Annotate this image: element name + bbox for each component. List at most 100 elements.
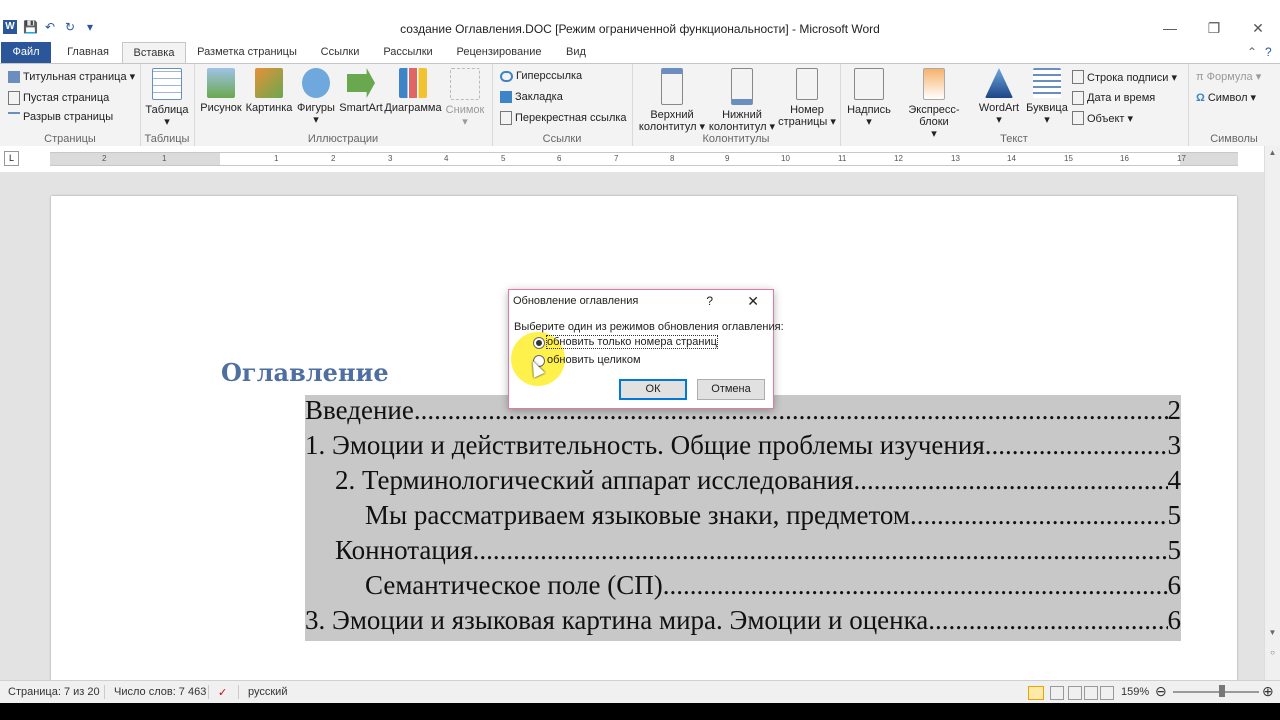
- footer-button[interactable]: Нижний колонтитул ▾: [708, 68, 776, 133]
- web-layout-icon[interactable]: [1068, 686, 1082, 700]
- toc-entry[interactable]: Коннотация 5: [335, 535, 1181, 570]
- group-tables: Таблица ▾ Таблицы: [140, 64, 195, 146]
- restore-button[interactable]: ❐: [1192, 20, 1236, 37]
- tab-mailings[interactable]: Рассылки: [376, 42, 440, 63]
- date-time-button[interactable]: Дата и время: [1072, 91, 1155, 105]
- ruler-number: 10: [781, 154, 790, 163]
- tab-file[interactable]: Файл: [1, 42, 51, 63]
- group-text: Надпись ▾ Экспресс-блоки ▾ WordArt ▾ Буквиц…: [840, 64, 1189, 146]
- ruler-number: 4: [444, 154, 449, 163]
- tab-review[interactable]: Рецензирование: [446, 42, 552, 63]
- signature-line-button[interactable]: Строка подписи ▾: [1072, 70, 1177, 84]
- tab-view[interactable]: Вид: [558, 42, 594, 63]
- language-indicator[interactable]: русский: [248, 686, 287, 698]
- quick-parts-button[interactable]: Экспресс-блоки ▾: [894, 68, 974, 140]
- textbox-button[interactable]: Надпись ▾: [844, 68, 894, 128]
- page-break-button[interactable]: Разрыв страницы: [8, 111, 113, 123]
- dialog-title: Обновление оглавления: [513, 295, 639, 307]
- equation-button[interactable]: π Формула ▾: [1196, 70, 1261, 84]
- status-separator: [208, 685, 209, 699]
- title-bar: W 💾 ↶ ↻ ▾ создание Оглавления.DOC [Режим…: [0, 0, 1280, 40]
- hyperlink-button[interactable]: Гиперссылка: [500, 70, 582, 82]
- tab-insert[interactable]: Вставка: [122, 42, 186, 65]
- ruler-number: 11: [838, 154, 847, 163]
- scroll-up-icon[interactable]: ▲: [1265, 146, 1280, 160]
- cross-reference-icon: [500, 111, 512, 125]
- dialog-prompt: Выберите один из режимов обновления огла…: [514, 321, 784, 333]
- bookmark-button[interactable]: Закладка: [500, 91, 563, 103]
- tab-references[interactable]: Ссылки: [310, 42, 370, 63]
- tab-page-layout[interactable]: Разметка страницы: [190, 42, 304, 63]
- ok-button[interactable]: ОК: [619, 379, 687, 400]
- shapes-button[interactable]: Фигуры ▾: [294, 68, 338, 126]
- footer-icon: [731, 68, 753, 105]
- pi-icon: π: [1196, 70, 1204, 83]
- chart-button[interactable]: Диаграмма: [384, 68, 442, 114]
- scroll-down-icon[interactable]: ▼: [1265, 626, 1280, 640]
- radio-update-page-numbers[interactable]: [533, 337, 545, 349]
- ruler-number: 16: [1120, 154, 1129, 163]
- zoom-out-icon[interactable]: ⊖: [1155, 683, 1167, 700]
- cover-page-button[interactable]: Титульная страница ▾: [8, 70, 135, 83]
- ruler-left-margin: [50, 153, 220, 165]
- ruler-number: 7: [614, 154, 619, 163]
- horizontal-ruler[interactable]: 2 1 1 2 3 4 5 6 7 8 9 10 11 12 13 14 15 …: [50, 152, 1238, 166]
- page-number-button[interactable]: Номер страницы ▾: [776, 68, 838, 128]
- zoom-slider[interactable]: [1173, 691, 1259, 693]
- object-button[interactable]: Объект ▾: [1072, 111, 1133, 125]
- screenshot-button[interactable]: Снимок ▾: [442, 68, 488, 128]
- full-screen-reading-icon[interactable]: [1050, 686, 1064, 700]
- picture-button[interactable]: Рисунок: [198, 68, 244, 114]
- word-count[interactable]: Число слов: 7 463: [114, 686, 206, 698]
- browse-object-icon[interactable]: ○: [1265, 646, 1280, 660]
- toc-field[interactable]: Введение2 1. Эмоции и действительность. …: [305, 395, 1181, 641]
- outline-icon[interactable]: [1084, 686, 1098, 700]
- toc-entry[interactable]: Семантическое поле (СП)6: [365, 570, 1181, 605]
- group-illustrations: Рисунок Картинка Фигуры ▾ SmartArt Диагра…: [194, 64, 493, 146]
- smartart-button[interactable]: SmartArt: [338, 68, 384, 114]
- wordart-button[interactable]: WordArt ▾: [974, 68, 1024, 126]
- ruler-number: 3: [388, 154, 393, 163]
- document-page[interactable]: Оглавление Введение2 1. Эмоции и действи…: [51, 196, 1237, 680]
- help-icon[interactable]: ?: [1265, 45, 1272, 59]
- ribbon-tabs: Файл Главная Вставка Разметка страницы С…: [0, 42, 1280, 65]
- dialog-help-icon[interactable]: ?: [706, 294, 713, 308]
- close-window-button[interactable]: ✕: [1236, 20, 1280, 37]
- table-icon: [152, 68, 182, 100]
- status-separator: [238, 685, 239, 699]
- group-label-links: Ссылки: [542, 133, 582, 145]
- zoom-slider-thumb[interactable]: [1219, 685, 1225, 697]
- minimize-button[interactable]: —: [1148, 20, 1192, 37]
- ruler-number: 1: [274, 154, 279, 163]
- vertical-scrollbar[interactable]: ▲ ▼ ○: [1264, 146, 1280, 680]
- tab-selector-icon[interactable]: L: [4, 151, 19, 166]
- ruler-right-margin: [1180, 153, 1238, 165]
- blank-page-button[interactable]: Пустая страница: [8, 91, 109, 105]
- minimize-ribbon-icon[interactable]: ⌃: [1247, 45, 1257, 59]
- spelling-check-icon[interactable]: ✓: [218, 686, 227, 699]
- cross-reference-button[interactable]: Перекрестная ссылка: [500, 111, 627, 125]
- draft-icon[interactable]: [1100, 686, 1114, 700]
- toc-entry[interactable]: 2. Терминологический аппарат исследовани…: [335, 465, 1181, 500]
- symbol-button[interactable]: Ω Символ ▾: [1196, 91, 1256, 105]
- group-label-header-footer: Колонтитулы: [702, 133, 770, 145]
- tab-home[interactable]: Главная: [58, 42, 118, 63]
- cancel-button[interactable]: Отмена: [697, 379, 765, 400]
- zoom-level[interactable]: 159%: [1121, 686, 1149, 698]
- dialog-close-icon[interactable]: ✕: [747, 293, 759, 310]
- dropcap-button[interactable]: Буквица ▾: [1024, 68, 1070, 126]
- toc-entry[interactable]: 3. Эмоции и языковая картина мира. Эмоци…: [305, 605, 1181, 640]
- toc-entry[interactable]: Мы рассматриваем языковые знаки, предмет…: [365, 500, 1181, 535]
- print-layout-icon[interactable]: [1028, 686, 1044, 700]
- radio-label-update-entire[interactable]: обновить целиком: [547, 354, 641, 366]
- toc-leader: [663, 570, 1168, 601]
- toc-entry[interactable]: 1. Эмоции и действительность. Общие проб…: [305, 430, 1181, 465]
- clipart-button[interactable]: Картинка: [244, 68, 294, 114]
- textbox-icon: [854, 68, 884, 100]
- page-counter[interactable]: Страница: 7 из 20: [8, 686, 100, 698]
- zoom-in-icon[interactable]: ⊕: [1262, 683, 1274, 700]
- table-button[interactable]: Таблица ▾: [144, 68, 190, 128]
- header-button[interactable]: Верхний колонтитул ▾: [636, 68, 708, 133]
- radio-label-update-page-numbers[interactable]: обновить только номера страниц: [546, 335, 718, 349]
- shapes-icon: [302, 68, 330, 98]
